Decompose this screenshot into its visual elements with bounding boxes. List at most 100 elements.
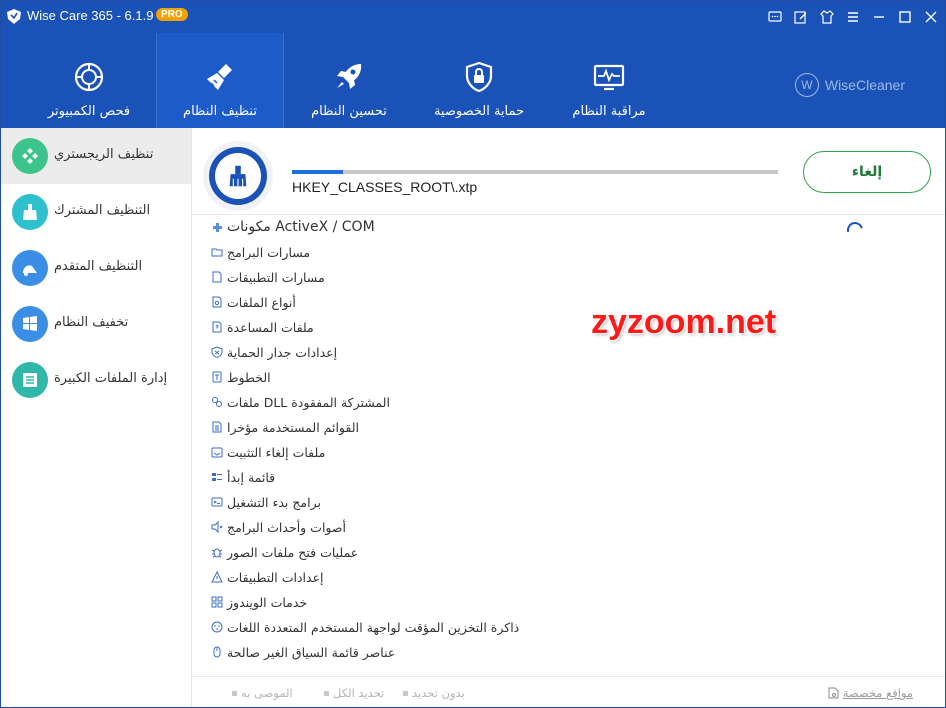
registry-category-label: إعدادات التطبيقات [227,569,324,585]
registry-category-row[interactable]: برامج بدء التشغيل [210,491,321,513]
font-icon [210,371,223,384]
nav-label: تحسين النظام [311,104,387,119]
menu-icon[interactable] [843,7,863,27]
registry-category-row[interactable]: ذاكرة التخزين المؤقت لواجهة المستخدم الم… [210,616,519,638]
registry-category-row[interactable]: الخطوط [210,366,271,388]
startup-icon [210,496,223,509]
registry-category-row[interactable]: مكونات ActiveX / COM [210,216,375,238]
registry-category-label: ملفات المساعدة [227,319,314,335]
broom-icon [207,64,232,90]
rocket-icon [337,64,362,89]
recommended-label: الموصى به [241,686,293,700]
sidebar-item-label: التنظيف المشترك [54,203,151,218]
sidebar-item-system-slimming[interactable]: تخفيف النظام [1,296,191,352]
nav-label: فحص الكمبيوتر [47,104,131,119]
pro-badge: PRO [156,8,188,21]
link-icon [210,396,223,409]
start-menu-icon [210,471,223,484]
registry-category-label: القوائم المستخدمة مؤخرا [227,419,359,435]
skin-icon[interactable] [817,7,837,27]
registry-category-row[interactable]: أنواع الملفات [210,291,296,313]
registry-category-row[interactable]: ملفات إلغاء التثبيت [210,441,325,463]
shield-lock-icon [465,61,493,93]
feedback-icon[interactable] [765,7,785,27]
app-title: Wise Care 365 - 6.1.9 [27,8,154,23]
registry-category-row[interactable]: ملفات DLL المشتركة المفقودة [210,391,390,413]
globe-icon [210,621,223,634]
registry-clean-icon [203,141,273,211]
monitor-pulse-icon [593,64,625,91]
sound-icon [210,521,223,534]
scan-current-path: HKEY_CLASSES_ROOT\.xtp [292,179,478,195]
registry-category-label: ملفات DLL المشتركة المفقودة [227,394,390,410]
square-bullet-icon [324,690,329,696]
sidebar-item-large-files[interactable]: إدارة الملفات الكبيرة [1,352,191,408]
select-none-link[interactable]: بدون تحديد [403,686,465,700]
registry-category-row[interactable]: إعدادات التطبيقات [210,566,324,588]
square-bullet-icon [232,690,237,696]
document-icon [210,271,223,284]
sidebar-item-label: تخفيف النظام [54,315,129,330]
registry-category-label: خدمات الويندوز [227,594,308,610]
app-logo-icon [7,9,21,24]
registry-icon [12,138,48,174]
recent-list-icon [210,421,223,434]
registry-category-row[interactable]: عناصر قائمة السياق الغير صالحة [210,641,395,663]
puzzle-icon [210,221,223,234]
windows-icon [12,306,48,342]
recommended-link[interactable]: الموصى به [232,686,293,700]
registry-category-row[interactable]: خدمات الويندوز [210,591,307,613]
registry-category-row[interactable]: مسارات البرامج [210,241,310,263]
registry-category-row[interactable]: أصوات وأحداث البرامج [210,516,346,538]
cancel-button[interactable]: إلغاء [803,151,931,193]
shield-icon [210,346,223,359]
registry-category-row[interactable]: إعدادات جدار الحماية [210,341,337,363]
registry-category-label: ذاكرة التخزين المؤقت لواجهة المستخدم الم… [227,619,520,635]
title-bar: Wise Care 365 - 6.1.9 PRO [1,1,945,33]
footer-bar: الموصى به تحديد الكل بدون تحديد مواقع مخ… [192,676,945,707]
sidebar-item-label: تنظيف الريجستري [54,147,154,162]
target-icon [74,62,104,92]
registry-category-label: عمليات فتح ملفات الصور [227,544,359,560]
edit-icon[interactable] [791,7,811,27]
maximize-icon[interactable] [895,7,915,27]
folder-icon [210,246,223,259]
custom-sites-label: مواقع مخصصة [842,686,913,700]
nav-pc-checkup[interactable]: فحص الكمبيوتر [26,33,152,128]
registry-category-label: ملفات إلغاء التثبيت [227,444,326,460]
registry-category-row[interactable]: قائمة إبدأ [210,466,275,488]
nav-system-tuneup[interactable]: تحسين النظام [286,33,412,128]
registry-category-label: مسارات التطبيقات [227,269,325,285]
custom-sites-link[interactable]: مواقع مخصصة [828,686,913,700]
scan-progress-bar [292,170,778,174]
registry-category-row[interactable]: مسارات التطبيقات [210,266,325,288]
registry-category-label: قائمة إبدأ [227,469,276,485]
registry-category-row[interactable]: القوائم المستخدمة مؤخرا [210,416,359,438]
registry-category-label: أصوات وأحداث البرامج [227,519,346,535]
registry-category-label: عناصر قائمة السياق الغير صالحة [227,644,396,660]
sidebar-item-common-cleaner[interactable]: التنظيف المشترك [1,184,191,240]
sidebar-item-registry-cleaner[interactable]: تنظيف الريجستري [1,128,191,184]
nav-label: تنظيف النظام [183,104,257,119]
warning-icon [210,571,223,584]
registry-category-row[interactable]: ملفات المساعدة [210,316,314,338]
loading-spinner-icon [844,219,866,241]
sidebar-item-advanced-cleaner[interactable]: التنظيف المتقدم [1,240,191,296]
nav-label: حماية الخصوصية [433,104,525,119]
registry-category-label: برامج بدء التشغيل [227,494,321,510]
nav-privacy-protector[interactable]: حماية الخصوصية [416,33,542,128]
select-none-label: بدون تحديد [412,686,465,700]
scan-header: HKEY_CLASSES_ROOT\.xtp إلغاء [192,128,945,215]
sidebar: تنظيف الريجستري التنظيف المشترك التنظيف … [1,128,192,707]
nav-system-monitor[interactable]: مراقبة النظام [546,33,672,128]
registry-category-label: الخطوط [227,369,271,385]
watermark: zyzoom.net [591,303,777,341]
registry-category-row[interactable]: عمليات فتح ملفات الصور [210,541,358,563]
close-icon[interactable] [921,7,941,27]
nav-system-cleaner[interactable]: تنظيف النظام [156,33,284,128]
select-all-link[interactable]: تحديد الكل [324,686,384,700]
app-window: Wise Care 365 - 6.1.9 PRO فحص الكمبيوتر … [0,0,946,708]
wisecleaner-brand[interactable]: W WiseCleaner [794,73,905,97]
minimize-icon[interactable] [869,7,889,27]
nav-label: مراقبة النظام [572,104,646,119]
